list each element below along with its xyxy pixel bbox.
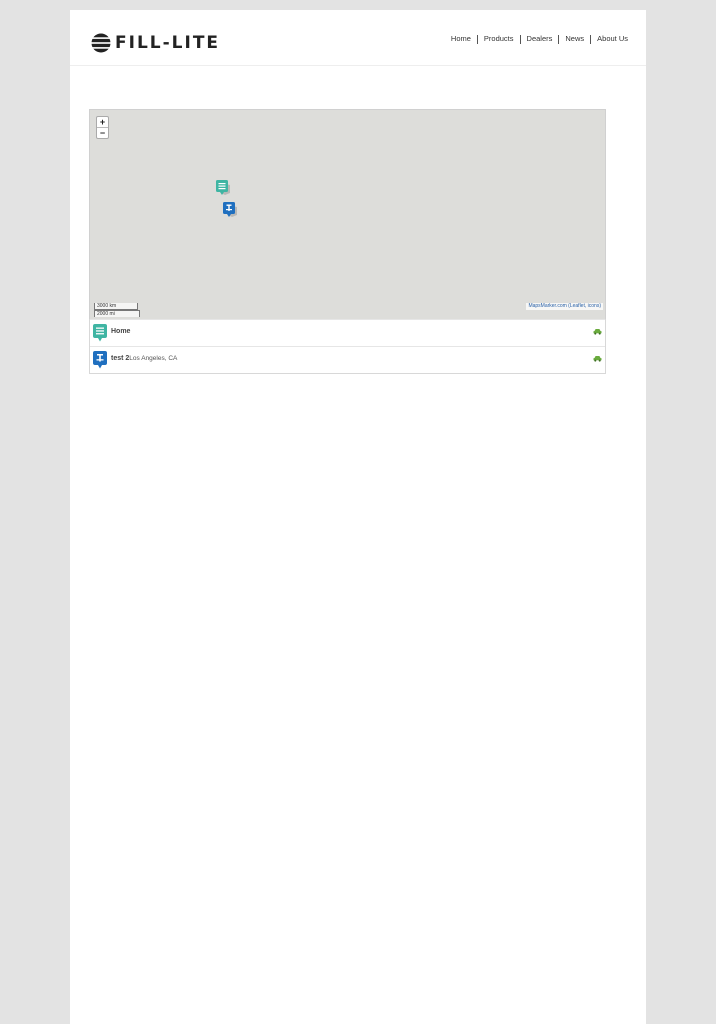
scale-km: 3000 km bbox=[94, 303, 138, 310]
map-attribution: MapsMarker.com (Leaflet, icons) bbox=[526, 303, 603, 310]
attribution-icons-link[interactable]: icons bbox=[588, 303, 600, 309]
nav-products[interactable]: Products bbox=[478, 34, 520, 44]
brand-name: FILL-LITE bbox=[115, 33, 221, 53]
nav-about-us[interactable]: About Us bbox=[591, 34, 628, 44]
attribution-mapsmarker-link[interactable]: MapsMarker.com bbox=[528, 303, 566, 309]
home-marker-icon bbox=[93, 324, 107, 342]
marker-title: Home bbox=[111, 328, 130, 335]
pin-marker-icon[interactable] bbox=[223, 202, 237, 218]
map-scale: 3000 km 2000 mi bbox=[94, 303, 140, 317]
nav-home[interactable]: Home bbox=[445, 34, 477, 44]
list-item[interactable]: Home bbox=[90, 319, 605, 346]
site-header: FILL-LITE Home Products Dealers News Abo… bbox=[70, 10, 646, 66]
zoom-control: + − bbox=[96, 116, 109, 139]
marker-address: Los Angeles, CA bbox=[129, 355, 178, 362]
zoom-in-button[interactable]: + bbox=[97, 117, 108, 128]
list-item[interactable]: test 2Los Angeles, CA bbox=[90, 346, 605, 373]
pin-marker-icon bbox=[93, 351, 107, 369]
map-view[interactable]: + − 3000 km 2000 mi MapsMarker.com (Leaf… bbox=[89, 109, 606, 321]
scale-mi: 2000 mi bbox=[94, 310, 140, 317]
main-nav: Home Products Dealers News About Us bbox=[445, 34, 628, 44]
nav-dealers[interactable]: Dealers bbox=[521, 34, 559, 44]
directions-car-icon[interactable] bbox=[593, 328, 602, 335]
marker-list: Home test 2Los Angeles, CA bbox=[89, 319, 606, 374]
page: FILL-LITE Home Products Dealers News Abo… bbox=[70, 10, 646, 1024]
logo-mark-icon bbox=[91, 33, 111, 53]
marker-name: test 2 bbox=[111, 355, 130, 362]
marker-name: Home bbox=[111, 328, 131, 335]
directions-car-icon[interactable] bbox=[593, 355, 602, 362]
marker-title: test 2Los Angeles, CA bbox=[111, 355, 177, 362]
nav-news[interactable]: News bbox=[559, 34, 590, 44]
zoom-out-button[interactable]: − bbox=[97, 128, 108, 138]
attribution-leaflet-link[interactable]: Leaflet bbox=[570, 303, 585, 309]
home-marker-icon[interactable] bbox=[216, 180, 230, 196]
logo[interactable]: FILL-LITE bbox=[91, 32, 220, 54]
